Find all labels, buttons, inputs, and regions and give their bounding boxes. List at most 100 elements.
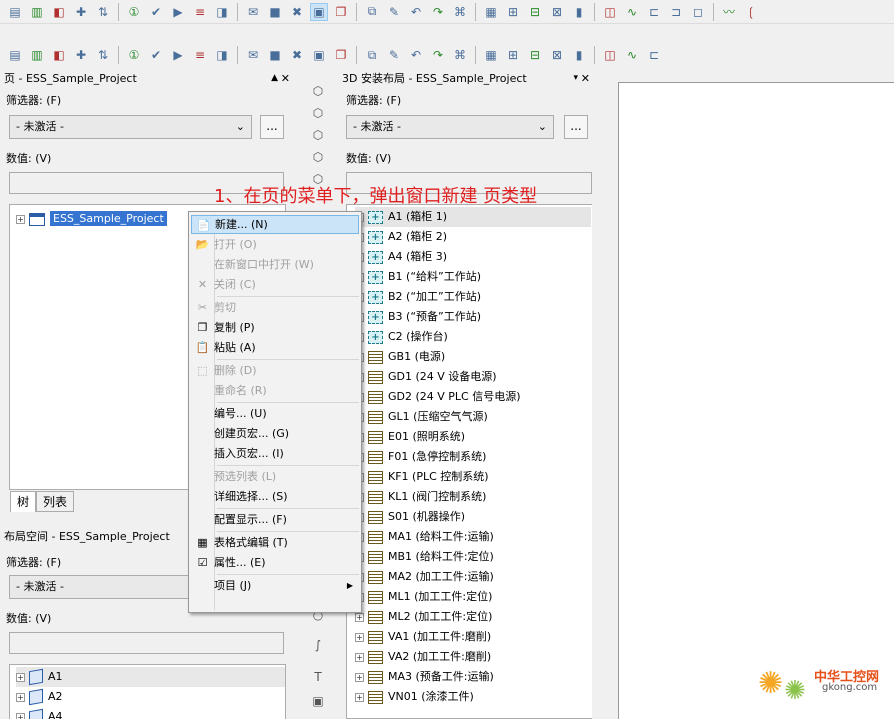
- path-e-icon[interactable]: ⊟: [526, 46, 544, 64]
- page-back-icon[interactable]: ↶: [407, 3, 425, 21]
- omega-icon[interactable]: ◨: [213, 46, 231, 64]
- install-tree-item[interactable]: + ML2 (加工工件:定位): [355, 607, 492, 627]
- bracket-icon[interactable]: ❲: [742, 3, 760, 21]
- table-icon[interactable]: ①: [125, 46, 143, 64]
- page-window-icon[interactable]: ▣: [310, 2, 328, 21]
- page-link-icon[interactable]: ⧉: [363, 3, 381, 21]
- install-tree-item[interactable]: +GL1 (压缩空气气源): [355, 407, 488, 427]
- menu-item[interactable]: ▦ 表格式编辑 (T): [191, 533, 359, 552]
- cube-icon[interactable]: ⬡: [309, 104, 327, 122]
- check-list-icon[interactable]: ≡: [191, 3, 209, 21]
- cube-icon[interactable]: ⬡: [309, 82, 327, 100]
- install-tree-item[interactable]: +MB1 (给料工件:定位): [355, 547, 494, 567]
- sort-icon[interactable]: ⇅: [94, 3, 112, 21]
- layout-item[interactable]: + A1: [16, 667, 285, 687]
- menu-item[interactable]: 项目 (J) ▶: [191, 576, 359, 595]
- terminal-strip-icon[interactable]: ✚: [72, 46, 90, 64]
- layout-item[interactable]: + A2: [16, 687, 63, 707]
- menu-item[interactable]: 插入页宏... (I): [191, 444, 359, 463]
- page-copy-icon[interactable]: ❐: [332, 3, 350, 21]
- install-tree-item[interactable]: ++A2 (箱柜 2): [355, 227, 447, 247]
- connector-icon[interactable]: ⊏: [645, 3, 663, 21]
- expand-icon[interactable]: +: [355, 632, 364, 642]
- install-tree-item[interactable]: +GD2 (24 V PLC 信号电源): [355, 387, 521, 407]
- install-tree-item[interactable]: + MA3 (预备工件:运输): [355, 667, 494, 687]
- menu-item[interactable]: ❐ 复制 (P): [191, 318, 359, 337]
- symbol-a-icon[interactable]: ⊞: [504, 3, 522, 21]
- expand-icon[interactable]: +: [16, 692, 25, 702]
- install-tree-item[interactable]: +GB1 (电源): [355, 347, 445, 367]
- plug-icon[interactable]: ≡: [191, 46, 209, 64]
- dropdown-icon[interactable]: ▾: [573, 70, 578, 87]
- close-icon[interactable]: ✕: [281, 70, 290, 87]
- cube-icon[interactable]: ⬡: [309, 126, 327, 144]
- install-tree-item[interactable]: +ML1 (加工工件:定位): [355, 587, 492, 607]
- symbol-b-icon[interactable]: ⊟: [526, 3, 544, 21]
- macro-icon[interactable]: ⌘: [451, 3, 469, 21]
- install-tree-item[interactable]: +E01 (照明系统): [355, 427, 465, 447]
- menu-item[interactable]: 创建页宏... (G): [191, 424, 359, 443]
- wave-icon[interactable]: 〰: [720, 3, 738, 21]
- install-tree-item[interactable]: ++A1 (箱柜 1): [355, 207, 591, 227]
- terminal-icon[interactable]: ▮: [570, 3, 588, 21]
- close-icon[interactable]: ✕: [581, 70, 590, 87]
- path-g-icon[interactable]: ▮: [570, 46, 588, 64]
- install-tree-item[interactable]: ++B1 (“给料”工作站): [355, 267, 481, 287]
- pin-icon[interactable]: ✎: [385, 46, 403, 64]
- path-d-icon[interactable]: ⊞: [504, 46, 522, 64]
- link-icon[interactable]: ❐: [332, 46, 350, 64]
- assign-icon[interactable]: ↶: [407, 46, 425, 64]
- plugin-icon[interactable]: ◧: [50, 3, 68, 21]
- install-tree-item[interactable]: +MA1 (给料工件:运输): [355, 527, 494, 547]
- cable-icon[interactable]: ∿: [623, 3, 641, 21]
- numbers-icon[interactable]: ①: [125, 3, 143, 21]
- install-tree-item[interactable]: +GD1 (24 V 设备电源): [355, 367, 497, 387]
- check-delete-icon[interactable]: ✖: [288, 3, 306, 21]
- menu-item[interactable]: 📄 新建... (N): [191, 215, 359, 234]
- scale-icon[interactable]: ⊏: [645, 46, 663, 64]
- page-new-icon[interactable]: ▤: [6, 3, 24, 21]
- device-icon[interactable]: ⊐: [667, 3, 685, 21]
- arrow-icon[interactable]: ✖: [288, 46, 306, 64]
- layout-value-field[interactable]: [9, 632, 284, 654]
- tree-root-item[interactable]: + ESS_Sample_Project: [16, 209, 167, 229]
- page-forward-icon[interactable]: ↷: [429, 3, 447, 21]
- install-filter-browse-button[interactable]: ...: [564, 115, 588, 139]
- expand-icon[interactable]: +: [355, 612, 364, 622]
- install-tree-item[interactable]: ++B3 (“预备”工作站): [355, 307, 481, 327]
- path-b-icon[interactable]: ⌘: [451, 46, 469, 64]
- frame-icon[interactable]: ✔: [147, 46, 165, 64]
- install-tree-item[interactable]: +MA2 (加工工件:运输): [355, 567, 494, 587]
- connector-h-icon[interactable]: ▤: [6, 46, 24, 64]
- menu-item[interactable]: 详细选择... (S): [191, 487, 359, 506]
- tab-list[interactable]: 列表: [36, 491, 75, 512]
- filter-select[interactable]: - 未激活 - ⌄: [9, 115, 252, 139]
- expand-icon[interactable]: +: [355, 652, 364, 662]
- expand-icon[interactable]: +: [16, 214, 25, 224]
- install-tree-item[interactable]: ++B2 (“加工”工作站): [355, 287, 481, 307]
- install-tree-item[interactable]: + VA2 (加工工件:磨削): [355, 647, 491, 667]
- page-edit-icon[interactable]: ✎: [385, 3, 403, 21]
- check-run-icon[interactable]: ▶: [169, 3, 187, 21]
- filter-browse-button[interactable]: ...: [260, 115, 284, 139]
- interrupt-icon[interactable]: ▣: [310, 46, 328, 64]
- pin-icon[interactable]: ▲: [271, 70, 278, 87]
- busbar-icon[interactable]: ◧: [50, 46, 68, 64]
- path-c-icon[interactable]: ▦: [482, 46, 500, 64]
- install-tree-item[interactable]: +F01 (急停控制系统): [355, 447, 486, 467]
- numbering-icon[interactable]: ✚: [72, 3, 90, 21]
- page-open-icon[interactable]: ▥: [28, 3, 46, 21]
- symbol-c-icon[interactable]: ⊠: [548, 3, 566, 21]
- tab-tree[interactable]: 树: [10, 491, 37, 512]
- dash-icon[interactable]: ■: [266, 46, 284, 64]
- grid-icon[interactable]: ▦: [482, 3, 500, 21]
- menu-item[interactable]: 📋 粘贴 (A): [191, 338, 359, 357]
- install-tree-item[interactable]: ++A4 (箱柜 3): [355, 247, 447, 267]
- install-tree-item[interactable]: + VA1 (加工工件:磨削): [355, 627, 491, 647]
- expand-icon[interactable]: +: [16, 672, 25, 682]
- path-a-icon[interactable]: ↷: [429, 46, 447, 64]
- rule-icon[interactable]: ◫: [601, 46, 619, 64]
- install-tree-item[interactable]: + VN01 (涂漆工件): [355, 687, 474, 707]
- box-icon[interactable]: ◻: [689, 3, 707, 21]
- layout-item[interactable]: + A4: [16, 707, 63, 719]
